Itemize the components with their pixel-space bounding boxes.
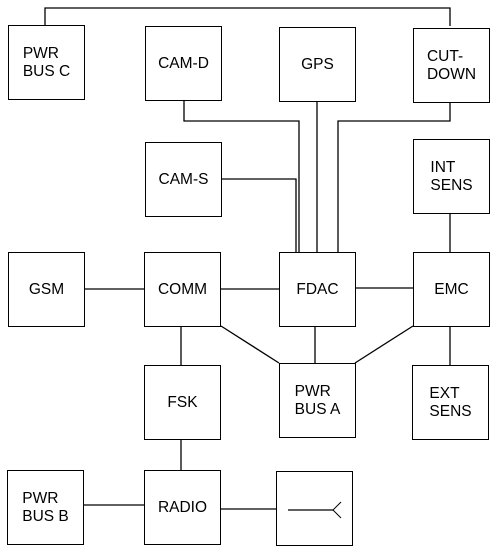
block-label: CAM-D [158,54,209,72]
wire-cams-fdac [222,178,297,252]
block-label: PWR BUS C [22,44,71,80]
block-cut-down: CUT- DOWN [413,28,490,103]
block-label: GSM [28,280,65,298]
block-label: GPS [301,55,334,73]
block-label: EMC [434,280,469,298]
block-radio: RADIO [144,470,221,545]
block-label: EXT SENS [429,384,472,420]
block-int-sens: INT SENS [413,139,490,214]
block-cam-d: CAM-D [145,26,222,101]
block-pwr-bus-a: PWR BUS A [279,363,356,438]
block-label: FSK [167,393,198,411]
block-label: RADIO [157,498,208,516]
block-fsk: FSK [144,365,221,440]
antenna-icon [288,501,342,519]
block-ext-sens: EXT SENS [412,365,489,440]
block-pwr-bus-b: PWR BUS B [7,470,84,545]
block-gps: GPS [279,27,356,102]
block-label: COMM [157,280,208,298]
block-label: PWR BUS B [22,489,69,525]
block-cam-s: CAM-S [145,142,222,217]
block-label: CAM-S [158,170,209,188]
block-emc: EMC [413,252,490,327]
block-antenna [276,471,353,546]
block-label: INT SENS [430,158,473,194]
wire-emc-pwrbusa [354,325,414,364]
block-pwr-bus-c: PWR BUS C [8,25,85,100]
block-label: PWR BUS A [294,382,341,418]
block-fdac: FDAC [279,252,356,327]
block-gsm: GSM [8,252,85,327]
block-label: FDAC [296,280,339,298]
block-comm: COMM [144,252,221,327]
wire-pwrbusc-cutdown [44,7,451,26]
wire-comm-pwrbusa [220,325,280,364]
block-label: CUT- DOWN [426,47,477,83]
